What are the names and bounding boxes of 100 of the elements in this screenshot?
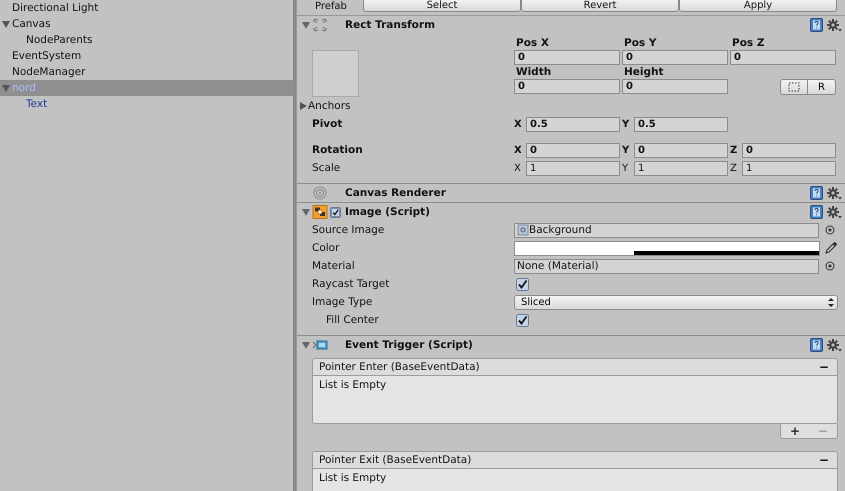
prefab-button[interactable]: Apply <box>679 0 837 12</box>
property-label: Color <box>312 242 340 254</box>
dropdown[interactable]: Sliced <box>514 294 838 310</box>
property-label: Scale <box>312 162 342 174</box>
hierarchy-item[interactable]: Text <box>0 96 293 112</box>
checkbox[interactable] <box>516 278 529 290</box>
expanded-arrow-icon[interactable] <box>301 20 311 30</box>
component-header[interactable]: Rect Transform <box>297 16 845 34</box>
component-title: Event Trigger (Script) <box>345 339 473 351</box>
enable-checkbox[interactable] <box>330 206 341 218</box>
component-title: Canvas Renderer <box>345 187 446 199</box>
property-label: Rotation <box>312 144 364 156</box>
object-field[interactable]: None (Material) <box>514 258 819 274</box>
settings-icon[interactable] <box>827 338 842 352</box>
property-label: Image Type <box>312 296 374 308</box>
expanded-arrow-icon[interactable] <box>1 19 11 29</box>
settings-icon[interactable] <box>827 186 842 200</box>
number-field[interactable]: 0 <box>526 142 620 158</box>
eyedropper-icon[interactable] <box>824 241 838 255</box>
property-label: Source Image <box>312 224 386 236</box>
object-name: Directional Light <box>12 2 98 14</box>
add-button[interactable]: + <box>781 424 809 438</box>
axis-label: X <box>514 118 523 130</box>
help-icon[interactable] <box>810 186 823 200</box>
axis-label: Y <box>622 162 630 174</box>
property-label: Pivot <box>312 118 344 130</box>
field-header: Width <box>515 65 552 79</box>
help-icon[interactable] <box>810 205 823 219</box>
number-field[interactable]: 0.5 <box>526 116 620 132</box>
number-field[interactable]: 0.5 <box>634 116 728 132</box>
event-trigger-icon <box>312 338 328 352</box>
object-name: Canvas <box>12 18 51 30</box>
collapsed-arrow-icon[interactable] <box>298 101 308 111</box>
concentric-circles-icon <box>312 186 328 200</box>
number-field[interactable]: 1 <box>526 160 620 176</box>
expanded-arrow-icon[interactable] <box>301 340 311 350</box>
hierarchy-item[interactable]: EventSystem <box>0 48 293 64</box>
field-header: Pos Y <box>623 36 658 50</box>
number-field[interactable]: 0 <box>622 50 728 65</box>
axis-label: Z <box>730 162 738 174</box>
event-title: Pointer Enter (BaseEventData) <box>319 361 480 373</box>
axis-label: Y <box>622 118 630 130</box>
up-down-arrows-icon <box>828 298 834 306</box>
field-header: Pos Z <box>731 36 766 50</box>
object-name: NodeManager <box>12 66 86 78</box>
prefab-label: Prefab <box>315 1 348 12</box>
remove-event-button[interactable]: − <box>814 360 833 374</box>
component-title: Image (Script) <box>345 206 430 218</box>
axis-label: Y <box>622 144 630 156</box>
prefab-button[interactable]: Select <box>363 0 521 12</box>
number-field[interactable]: 1 <box>742 160 836 176</box>
object-name: NodeParents <box>26 34 92 46</box>
number-field[interactable]: 0 <box>634 142 728 158</box>
dotted-rectangle-icon <box>788 82 800 92</box>
component-title: Rect Transform <box>345 19 436 31</box>
help-icon[interactable] <box>810 18 823 32</box>
expanded-arrow-icon[interactable] <box>301 207 311 217</box>
property-label: Fill Center <box>325 314 380 326</box>
remove-event-button[interactable]: − <box>814 453 833 467</box>
sprite-icon <box>517 224 529 236</box>
property-label: Material <box>312 260 356 272</box>
image-component-icon <box>312 205 328 219</box>
anchors-label[interactable]: Anchors <box>308 100 350 112</box>
number-field[interactable]: 0 <box>730 50 836 65</box>
event-title: Pointer Exit (BaseEventData) <box>319 454 472 466</box>
field-header: Pos X <box>515 36 550 50</box>
color-field[interactable] <box>514 240 820 256</box>
component-header[interactable]: Image (Script) <box>297 203 845 221</box>
raw-edit-button[interactable]: R <box>808 79 836 95</box>
blueprint-mode-button[interactable] <box>780 79 808 95</box>
object-name: nord <box>12 82 36 94</box>
object-picker-icon[interactable] <box>825 225 835 235</box>
field-header: Height <box>623 65 665 79</box>
empty-list-text: List is Empty <box>319 379 386 391</box>
number-field[interactable]: 0 <box>514 50 620 65</box>
hierarchy-item[interactable]: NodeManager <box>0 64 293 80</box>
component-header[interactable]: Canvas Renderer <box>297 184 845 202</box>
checkbox[interactable] <box>516 314 529 326</box>
object-name: EventSystem <box>12 50 82 62</box>
settings-icon[interactable] <box>827 206 842 218</box>
object-picker-icon[interactable] <box>825 261 835 271</box>
rect-transform-icon <box>312 18 328 32</box>
hierarchy-item[interactable]: Canvas <box>0 16 293 32</box>
number-field[interactable]: 0 <box>742 142 836 158</box>
help-icon[interactable] <box>810 338 823 352</box>
object-field[interactable]: Background <box>514 222 819 238</box>
number-field[interactable]: 0 <box>622 79 728 94</box>
object-name: Text <box>26 98 48 110</box>
hierarchy-item[interactable]: Directional Light <box>0 0 293 16</box>
property-label: Raycast Target <box>312 278 390 290</box>
axis-label: X <box>514 162 522 174</box>
axis-label: X <box>514 144 523 156</box>
settings-icon[interactable] <box>827 18 842 32</box>
hierarchy-item[interactable]: NodeParents <box>0 32 293 48</box>
axis-label: Z <box>730 144 738 156</box>
number-field[interactable]: 0 <box>514 79 620 94</box>
component-header[interactable]: Event Trigger (Script) <box>297 336 845 354</box>
empty-list-text: List is Empty <box>319 472 386 484</box>
prefab-button[interactable]: Revert <box>521 0 679 12</box>
number-field[interactable]: 1 <box>634 160 728 176</box>
